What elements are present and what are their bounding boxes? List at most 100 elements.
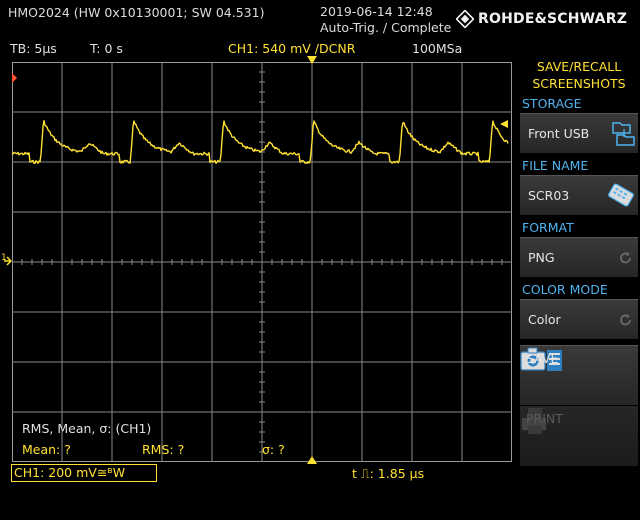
pulse-width-readout: t ⎍: 1.85 µs — [352, 466, 425, 481]
axis-tick — [259, 161, 265, 163]
axis-tick — [259, 321, 265, 323]
timebase-readout[interactable]: TB: 5µs — [10, 41, 57, 56]
rotate-icon — [620, 252, 631, 264]
save-button[interactable]: SAVE — [520, 345, 638, 405]
axis-tick — [259, 121, 265, 123]
axis-tick — [259, 241, 265, 243]
axis-tick — [301, 259, 303, 265]
axis-tick — [411, 259, 413, 265]
brand-logo: ROHDE&SCHWARZ — [456, 9, 636, 29]
axis-tick — [259, 141, 265, 143]
mean-readout: Mean: ? — [22, 442, 71, 457]
axis-tick — [141, 259, 143, 265]
axis-tick — [12, 259, 13, 265]
axis-tick — [259, 341, 265, 343]
axis-tick — [259, 111, 265, 113]
format-label: FORMAT — [522, 220, 574, 235]
axis-tick — [341, 259, 343, 265]
axis-tick — [361, 259, 363, 265]
ch1-trigger-readout[interactable]: CH1: 540 mV ∕DCNR — [228, 41, 355, 56]
axis-tick — [351, 259, 353, 265]
brand-name: ROHDE&SCHWARZ — [478, 11, 628, 27]
scope-graticule — [12, 62, 512, 462]
axis-tick — [451, 259, 453, 265]
axis-tick — [431, 259, 433, 265]
format-value: PNG — [528, 250, 555, 265]
axis-tick — [259, 291, 265, 293]
storage-value: Front USB — [528, 126, 590, 141]
print-label: PRINT — [526, 411, 563, 426]
axis-tick — [311, 259, 313, 265]
axis-tick — [41, 259, 43, 265]
axis-tick — [259, 261, 265, 263]
axis-tick — [259, 201, 265, 203]
ch1-scale-readout[interactable]: CH1: 200 mV≅ᴮW — [11, 464, 157, 482]
axis-tick — [259, 181, 265, 183]
axis-tick — [271, 259, 273, 265]
axis-tick — [291, 259, 293, 265]
axis-tick — [81, 259, 83, 265]
axis-tick — [259, 391, 265, 393]
axis-tick — [259, 101, 265, 103]
panel-title-line1: SAVE/RECALL — [536, 59, 622, 74]
scope-display[interactable] — [12, 62, 512, 462]
axis-tick — [401, 259, 403, 265]
axis-tick — [259, 221, 265, 223]
colormode-button[interactable]: Color — [520, 299, 638, 339]
axis-tick — [331, 259, 333, 265]
axis-tick — [471, 259, 473, 265]
axis-tick — [259, 62, 265, 63]
axis-tick — [259, 381, 265, 383]
axis-tick — [211, 259, 213, 265]
axis-tick — [259, 191, 265, 193]
axis-tick — [259, 211, 265, 213]
axis-tick — [391, 259, 393, 265]
axis-tick — [201, 259, 203, 265]
axis-tick — [221, 259, 223, 265]
axis-tick — [259, 231, 265, 233]
trigger-time-readout[interactable]: T: 0 s — [90, 41, 123, 56]
trigger-position-top-marker — [307, 56, 317, 64]
axis-tick — [191, 259, 193, 265]
axis-tick — [151, 259, 153, 265]
axis-tick — [421, 259, 423, 265]
storage-button[interactable]: Front USB — [520, 113, 638, 153]
axis-tick — [461, 259, 463, 265]
save-label: SAVE — [526, 351, 559, 366]
rohde-schwarz-diamond-icon — [456, 10, 474, 28]
filename-value: SCR03 — [528, 188, 570, 203]
axis-tick — [259, 271, 265, 273]
axis-tick — [131, 259, 133, 265]
status-bar: TB: 5µs T: 0 s CH1: 540 mV ∕DCNR 100MSa — [0, 40, 512, 58]
trigger-position-bottom-marker — [307, 456, 317, 464]
axis-tick — [171, 259, 173, 265]
axis-tick — [259, 431, 265, 433]
filename-button[interactable]: SCR03 — [520, 175, 638, 215]
axis-tick — [259, 251, 265, 253]
measurement-title: RMS, Mean, σ: (CH1) — [22, 421, 152, 436]
storage-label: STORAGE — [522, 96, 582, 111]
axis-tick — [259, 311, 265, 313]
axis-tick — [111, 259, 113, 265]
axis-tick — [61, 259, 63, 265]
axis-tick — [31, 259, 33, 265]
ch1-trace-start-marker — [12, 73, 17, 83]
axis-tick — [101, 259, 103, 265]
axis-tick — [259, 411, 265, 413]
axis-tick — [259, 401, 265, 403]
format-button[interactable]: PNG — [520, 237, 638, 277]
axis-tick — [371, 259, 373, 265]
axis-tick — [281, 259, 283, 265]
axis-tick — [51, 259, 53, 265]
axis-tick — [259, 461, 265, 462]
print-button[interactable]: PRINT — [520, 406, 638, 466]
date-time-text: 2019-06-14 12:48 — [320, 4, 433, 19]
axis-tick — [259, 351, 265, 353]
axis-tick — [381, 259, 383, 265]
axis-tick — [259, 71, 265, 73]
instrument-model: HMO2024 (HW 0x10130001; SW 04.531) — [8, 5, 265, 20]
softkey-panel: SAVE/RECALL SCREENSHOTS STORAGE Front US… — [518, 56, 640, 520]
rotate-icon — [620, 314, 631, 326]
axis-tick — [231, 259, 233, 265]
axis-tick — [259, 281, 265, 283]
